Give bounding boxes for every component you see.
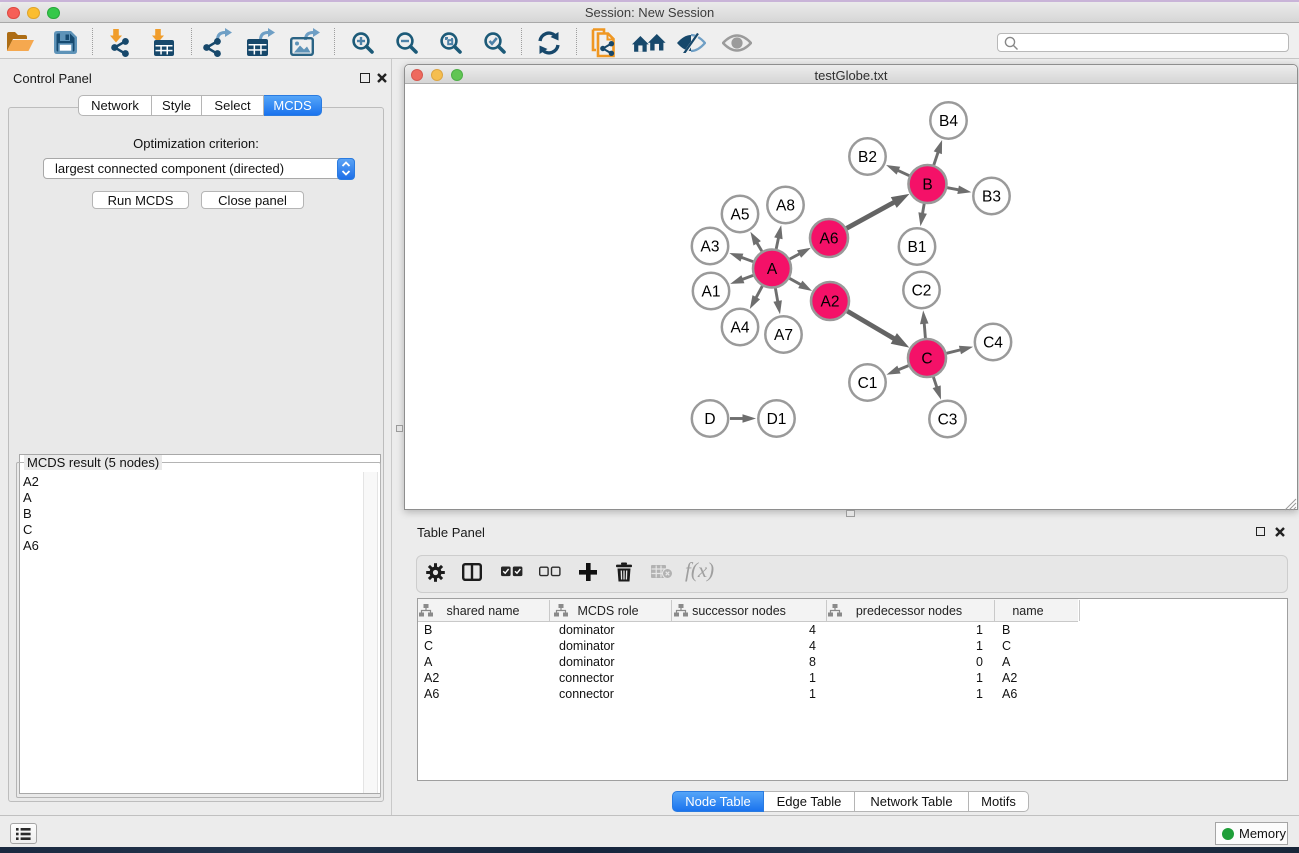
svg-text:B: B — [922, 177, 932, 194]
svg-text:C4: C4 — [983, 335, 1003, 352]
svg-text:D1: D1 — [767, 411, 787, 428]
svg-text:A1: A1 — [702, 284, 721, 301]
svg-text:A3: A3 — [701, 239, 720, 256]
svg-text:B4: B4 — [939, 113, 958, 130]
svg-text:A6: A6 — [820, 231, 839, 248]
svg-text:D: D — [704, 411, 715, 428]
svg-text:A4: A4 — [731, 320, 750, 337]
svg-text:A2: A2 — [821, 294, 840, 311]
svg-text:A: A — [767, 261, 778, 278]
svg-text:B1: B1 — [908, 239, 927, 256]
svg-text:C3: C3 — [938, 412, 958, 429]
svg-text:B2: B2 — [858, 149, 877, 166]
svg-text:C2: C2 — [912, 283, 932, 300]
svg-text:A5: A5 — [731, 207, 750, 224]
svg-text:C: C — [921, 351, 932, 368]
svg-text:B3: B3 — [982, 189, 1001, 206]
svg-text:A8: A8 — [776, 198, 795, 215]
svg-text:C1: C1 — [858, 375, 878, 392]
svg-text:A7: A7 — [774, 327, 793, 344]
